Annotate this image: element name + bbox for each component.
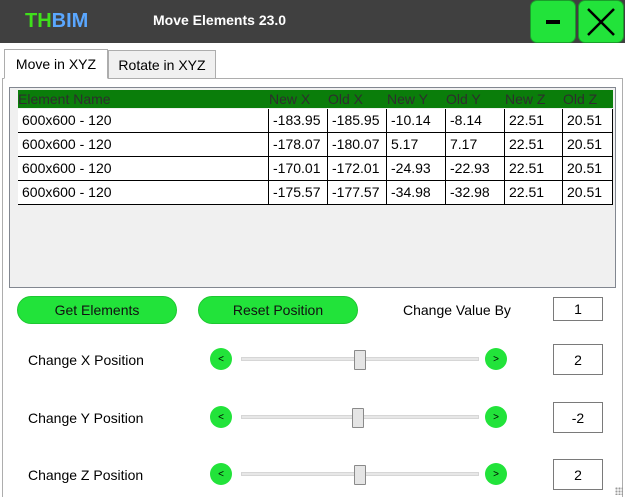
z-decrease-button[interactable]: < bbox=[210, 463, 232, 485]
change-value-input[interactable]: 1 bbox=[553, 297, 603, 321]
cell-element-name[interactable]: 600x600 - 120 bbox=[18, 157, 269, 180]
close-button[interactable] bbox=[578, 0, 624, 43]
elements-grid[interactable]: Element Name New X Old X New Y Old Y New… bbox=[9, 87, 616, 288]
resize-grip-icon[interactable] bbox=[615, 487, 623, 495]
app-logo: THBIM bbox=[25, 10, 88, 32]
cell-element-name[interactable]: 600x600 - 120 bbox=[18, 133, 269, 156]
cell-new-z[interactable]: 22.51 bbox=[505, 109, 563, 132]
logo-th: TH bbox=[25, 10, 52, 32]
header-old-z[interactable]: Old Z bbox=[563, 90, 597, 108]
cell-old-z[interactable]: 20.51 bbox=[563, 157, 613, 180]
cell-element-name[interactable]: 600x600 - 120 bbox=[18, 109, 269, 132]
cell-old-x[interactable]: -177.57 bbox=[328, 181, 387, 204]
cell-new-x[interactable]: -178.07 bbox=[269, 133, 328, 156]
header-new-y[interactable]: New Y bbox=[387, 90, 428, 108]
cell-old-y[interactable]: 7.17 bbox=[446, 133, 505, 156]
change-value-label: Change Value By bbox=[403, 302, 511, 318]
x-increase-button[interactable]: > bbox=[485, 348, 507, 370]
y-slider-thumb[interactable] bbox=[351, 408, 364, 428]
z-slider-thumb[interactable] bbox=[354, 465, 366, 485]
table-row[interactable]: 600x600 - 120 -183.95 -185.95 -10.14 -8.… bbox=[18, 109, 613, 133]
tab-strip: Move in XYZ Rotate in XYZ bbox=[0, 49, 625, 80]
y-increase-button[interactable]: > bbox=[485, 406, 507, 428]
tab-move-in-xyz[interactable]: Move in XYZ bbox=[4, 49, 108, 79]
minimize-icon bbox=[546, 19, 560, 24]
cell-old-z[interactable]: 20.51 bbox=[563, 133, 613, 156]
x-slider-thumb[interactable] bbox=[354, 350, 366, 370]
change-x-label: Change X Position bbox=[28, 352, 144, 368]
minimize-button[interactable] bbox=[530, 0, 576, 43]
cell-old-x[interactable]: -180.07 bbox=[328, 133, 387, 156]
tab-rotate-in-xyz[interactable]: Rotate in XYZ bbox=[108, 50, 216, 79]
cell-new-z[interactable]: 22.51 bbox=[505, 181, 563, 204]
cell-new-y[interactable]: 5.17 bbox=[387, 133, 446, 156]
x-value-field[interactable]: 2 bbox=[553, 344, 603, 375]
cell-new-y[interactable]: -10.14 bbox=[387, 109, 446, 132]
cell-new-x[interactable]: -183.95 bbox=[269, 109, 328, 132]
logo-bim: BIM bbox=[51, 10, 89, 32]
header-new-z[interactable]: New Z bbox=[505, 90, 545, 108]
cell-old-x[interactable]: -172.01 bbox=[328, 157, 387, 180]
reset-position-button[interactable]: Reset Position bbox=[198, 296, 358, 324]
cell-new-x[interactable]: -175.57 bbox=[269, 181, 328, 204]
change-z-label: Change Z Position bbox=[28, 467, 144, 483]
cell-new-y[interactable]: -34.98 bbox=[387, 181, 446, 204]
cell-old-y[interactable]: -22.93 bbox=[446, 157, 505, 180]
header-new-x[interactable]: New X bbox=[269, 90, 310, 108]
window-title: Move Elements 23.0 bbox=[153, 12, 287, 28]
title-bar: THBIM Move Elements 23.0 bbox=[0, 0, 625, 43]
close-icon bbox=[587, 7, 615, 36]
z-value-field[interactable]: 2 bbox=[553, 459, 603, 490]
cell-new-x[interactable]: -170.01 bbox=[269, 157, 328, 180]
cell-old-y[interactable]: -8.14 bbox=[446, 109, 505, 132]
change-y-label: Change Y Position bbox=[28, 410, 144, 426]
cell-old-x[interactable]: -185.95 bbox=[328, 109, 387, 132]
cell-new-z[interactable]: 22.51 bbox=[505, 133, 563, 156]
table-row[interactable]: 600x600 - 120 -170.01 -172.01 -24.93 -22… bbox=[18, 157, 613, 181]
table-row[interactable]: 600x600 - 120 -175.57 -177.57 -34.98 -32… bbox=[18, 181, 613, 205]
y-value-field[interactable]: -2 bbox=[553, 402, 603, 433]
cell-new-y[interactable]: -24.93 bbox=[387, 157, 446, 180]
cell-new-z[interactable]: 22.51 bbox=[505, 157, 563, 180]
z-increase-button[interactable]: > bbox=[485, 463, 507, 485]
grid-header: Element Name New X Old X New Y Old Y New… bbox=[18, 90, 613, 108]
cell-old-y[interactable]: -32.98 bbox=[446, 181, 505, 204]
get-elements-button[interactable]: Get Elements bbox=[17, 296, 177, 324]
cell-old-z[interactable]: 20.51 bbox=[563, 181, 613, 204]
header-element-name[interactable]: Element Name bbox=[18, 90, 111, 108]
cell-element-name[interactable]: 600x600 - 120 bbox=[18, 181, 269, 204]
cell-old-z[interactable]: 20.51 bbox=[563, 109, 613, 132]
x-decrease-button[interactable]: < bbox=[210, 348, 232, 370]
header-old-x[interactable]: Old X bbox=[328, 90, 363, 108]
header-old-y[interactable]: Old Y bbox=[446, 90, 481, 108]
y-decrease-button[interactable]: < bbox=[210, 406, 232, 428]
table-row[interactable]: 600x600 - 120 -178.07 -180.07 5.17 7.17 … bbox=[18, 133, 613, 157]
